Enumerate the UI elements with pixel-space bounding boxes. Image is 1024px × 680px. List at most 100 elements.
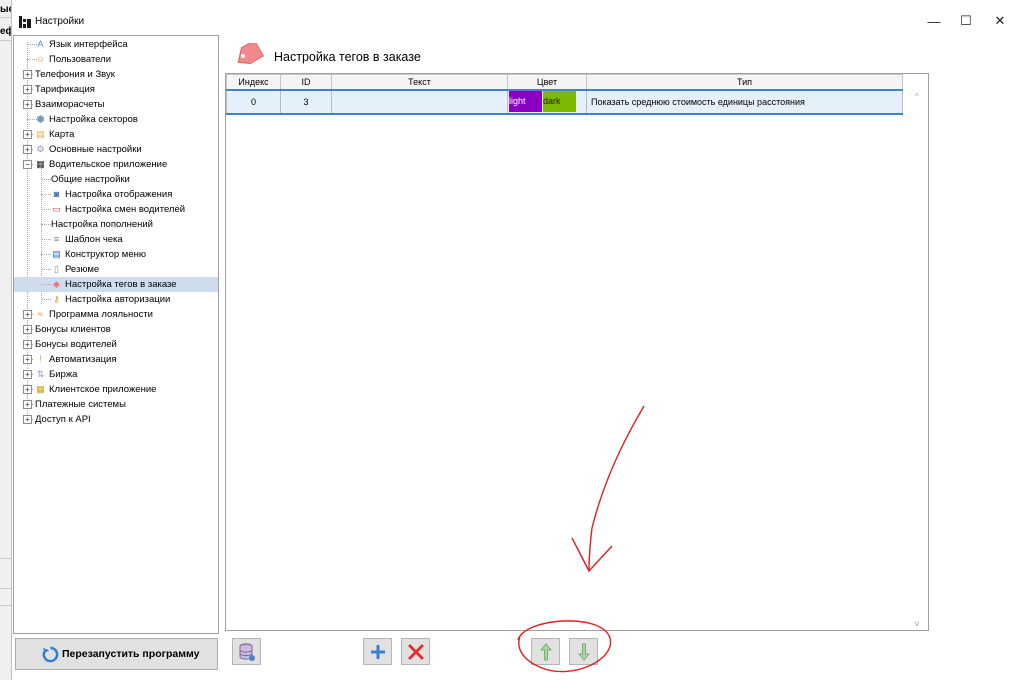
minimize-icon: —	[927, 13, 941, 29]
column-header-type[interactable]: Тип	[586, 74, 903, 90]
tree-item[interactable]: ⬢ Настройка секторов	[14, 112, 218, 127]
scroll-down-icon[interactable]: v	[915, 619, 919, 628]
tree-item-label: Программа лояльности	[49, 309, 153, 320]
tree-item[interactable]: + ▤ Карта	[14, 127, 218, 142]
tree-item[interactable]: ▭ Настройка смен водителей	[14, 202, 218, 217]
tree-item[interactable]: + Телефония и Звук	[14, 67, 218, 82]
move-down-button[interactable]	[569, 638, 598, 665]
expand-icon[interactable]: +	[23, 400, 32, 409]
table-row[interactable]: 0 3 light dark Показать среднюю стоимость…	[226, 88, 903, 115]
tree-item[interactable]: + Бонусы клиентов	[14, 322, 218, 337]
expand-icon[interactable]: +	[23, 70, 32, 79]
tree-item[interactable]: + ≈ Программа лояльности	[14, 307, 218, 322]
tree-item[interactable]: ▯ Резюме	[14, 262, 218, 277]
database-button[interactable]	[232, 638, 261, 665]
display-icon: ◙	[53, 189, 60, 199]
expand-icon[interactable]: +	[23, 310, 32, 319]
tags-table: Индекс ID Текст Цвет Тип 0 3 light dark П…	[225, 73, 929, 631]
tree-item[interactable]: + Платежные системы	[14, 397, 218, 412]
expand-icon[interactable]: +	[23, 355, 32, 364]
arrow-up-icon	[539, 642, 552, 660]
tree-item-label: Взаиморасчеты	[35, 99, 105, 110]
column-header-id[interactable]: ID	[280, 74, 332, 90]
tree-item[interactable]: + Тарификация	[14, 82, 218, 97]
tree-item-label: Тарификация	[35, 84, 95, 95]
tree-item-label: Настройка смен водителей	[65, 204, 186, 215]
handshake-icon: ≈	[38, 309, 43, 319]
expand-icon[interactable]: +	[23, 325, 32, 334]
tree-item[interactable]: ▤ Конструктор меню	[14, 247, 218, 262]
tree-item[interactable]: ◆ Настройка тегов в заказе	[14, 277, 218, 292]
background-window-edge: ые еф	[0, 0, 11, 680]
vertical-scrollbar[interactable]: ^ v	[912, 74, 928, 630]
cell-color[interactable]: light dark	[507, 88, 587, 115]
tree-item-label: Настройка авторизации	[65, 294, 171, 305]
light-color-swatch[interactable]: light	[509, 91, 542, 112]
expand-icon[interactable]: +	[23, 415, 32, 424]
delete-x-icon	[408, 644, 423, 659]
tree-item[interactable]: Общие настройки	[14, 172, 218, 187]
tree-item[interactable]: +! Автоматизация	[14, 352, 218, 367]
add-button[interactable]	[363, 638, 392, 665]
app-logo-icon	[19, 16, 31, 28]
expand-icon[interactable]: +	[23, 385, 32, 394]
tree-item[interactable]: + ▦ Клиентское приложение	[14, 382, 218, 397]
tree-item[interactable]: + ⚙ Основные настройки	[14, 142, 218, 157]
minimize-button[interactable]: —	[922, 12, 946, 30]
delete-button[interactable]	[401, 638, 430, 665]
maximize-button[interactable]: ☐	[954, 12, 978, 30]
expand-icon[interactable]: +	[23, 130, 32, 139]
tree-item-label: Язык интерфейса	[49, 39, 128, 50]
cell-type[interactable]: Показать среднюю стоимость единицы расст…	[586, 88, 903, 115]
arrow-down-icon	[577, 643, 590, 661]
column-header-index[interactable]: Индекс	[226, 74, 281, 90]
tree-item-label: Телефония и Звук	[35, 69, 115, 80]
plus-icon	[370, 644, 385, 659]
collapse-icon[interactable]: −	[23, 160, 32, 169]
move-up-button[interactable]	[531, 638, 560, 665]
gear-icon: ⚙	[36, 144, 45, 154]
background-text-fragment: еф	[0, 26, 11, 37]
scroll-up-icon[interactable]: ^	[915, 92, 919, 101]
tree-item[interactable]: + Доступ к API	[14, 412, 218, 427]
column-header-color[interactable]: Цвет	[507, 74, 587, 90]
cell-index[interactable]: 0	[226, 88, 281, 115]
tree-item-label: Резюме	[65, 264, 100, 275]
column-header-text[interactable]: Текст	[331, 74, 508, 90]
tree-item[interactable]: ☺ Пользователи	[14, 52, 218, 67]
refresh-icon	[42, 646, 59, 663]
tree-item[interactable]: − ▦ Водительское приложение	[14, 157, 218, 172]
key-icon: ⚷	[53, 294, 60, 304]
close-button[interactable]: ✕	[988, 12, 1012, 30]
tree-item[interactable]: A Язык интерфейса	[14, 37, 218, 52]
background-text-fragment: ые	[0, 4, 11, 15]
tree-item[interactable]: ≡ Шаблон чека	[14, 232, 218, 247]
settings-tree[interactable]: A Язык интерфейса ☺ Пользователи + Телефония …	[13, 35, 219, 634]
tree-item[interactable]: + ⇅ Биржа	[14, 367, 218, 382]
calendar-icon: ▭	[52, 204, 61, 214]
map-icon: ▤	[36, 129, 45, 139]
restart-button-label: Перезапустить программу	[62, 648, 200, 660]
menu-builder-icon: ▤	[52, 249, 61, 259]
tree-item-label: Бонусы водителей	[35, 339, 117, 350]
tree-item[interactable]: + Бонусы водителей	[14, 337, 218, 352]
expand-icon[interactable]: +	[23, 145, 32, 154]
dark-color-swatch[interactable]: dark	[543, 91, 576, 112]
tree-item-label: Конструктор меню	[65, 249, 146, 260]
cell-id[interactable]: 3	[280, 88, 332, 115]
tree-item-label: Бонусы клиентов	[35, 324, 111, 335]
restart-button[interactable]: Перезапустить программу	[15, 638, 218, 670]
expand-icon[interactable]: +	[23, 340, 32, 349]
tree-item-label: Настройка отображения	[65, 189, 173, 200]
tree-item[interactable]: ◙ Настройка отображения	[14, 187, 218, 202]
expand-icon[interactable]: +	[23, 85, 32, 94]
expand-icon[interactable]: +	[23, 100, 32, 109]
tree-item[interactable]: Настройка пополнений	[14, 217, 218, 232]
alert-icon: !	[39, 354, 42, 364]
cell-text[interactable]	[331, 88, 508, 115]
tree-item[interactable]: + Взаиморасчеты	[14, 97, 218, 112]
tree-item[interactable]: ⚷ Настройка авторизации	[14, 292, 218, 307]
expand-icon[interactable]: +	[23, 370, 32, 379]
tree-item-label: Общие настройки	[51, 174, 130, 185]
tree-item-label: Настройка тегов в заказе	[65, 279, 177, 290]
